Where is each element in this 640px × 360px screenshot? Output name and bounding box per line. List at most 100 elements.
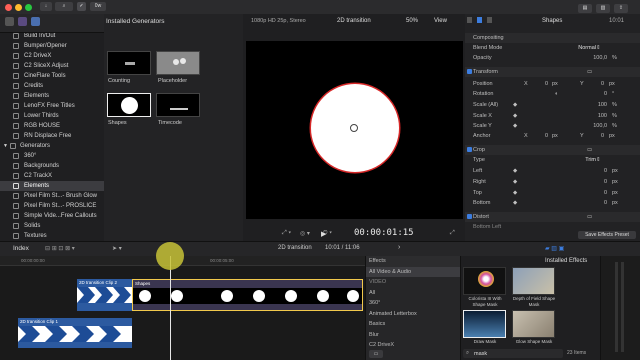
timeline-clip[interactable]: 2D transition Clip 2 bbox=[77, 279, 132, 311]
checkbox-icon[interactable] bbox=[467, 69, 472, 74]
generator-thumb-shapes[interactable] bbox=[107, 93, 151, 117]
panels-icon[interactable]: ▥ bbox=[596, 4, 610, 13]
section-compositing[interactable]: Compositing bbox=[465, 33, 640, 43]
row-rotation[interactable]: Rotation ◐ 0 ° bbox=[465, 89, 640, 99]
filter-inspector-icon[interactable] bbox=[477, 17, 482, 23]
generator-thumb-timecode[interactable] bbox=[156, 93, 200, 117]
transform-tool-icon[interactable]: ⤢ ▾ bbox=[282, 230, 291, 237]
sidebar-item[interactable]: Pixel Film St...- Brush Glow bbox=[0, 191, 104, 201]
zoom-window-icon[interactable] bbox=[25, 4, 32, 11]
sidebar-item[interactable]: Elements bbox=[0, 91, 104, 101]
import-icon[interactable]: ↓ bbox=[40, 2, 52, 11]
row-crop-bottom[interactable]: Bottom ◆ 0 px bbox=[465, 198, 640, 208]
transform-center-handle-icon[interactable] bbox=[350, 124, 358, 132]
info-inspector-icon[interactable] bbox=[487, 17, 492, 23]
photos-audio-icon[interactable] bbox=[18, 17, 27, 26]
slider-handle-icon[interactable]: ◆ bbox=[513, 177, 517, 187]
edit-buttons-icon[interactable]: ⊟ ⊞ ⊡ ⊠ ▾ bbox=[45, 245, 75, 252]
checkbox-icon[interactable] bbox=[467, 147, 472, 152]
playhead[interactable] bbox=[170, 256, 171, 360]
effects-category-item[interactable]: Animated Letterbox bbox=[366, 309, 461, 320]
effect-thumb-selected[interactable] bbox=[463, 310, 506, 338]
slider-handle-icon[interactable]: ◆ bbox=[513, 166, 517, 176]
row-scale-x[interactable]: Scale X ◆ 100% bbox=[465, 111, 640, 121]
disclosure-triangle-icon[interactable]: ▼ bbox=[3, 141, 8, 151]
zoom-menu[interactable]: 50% bbox=[406, 18, 418, 24]
sidebar-item[interactable]: 360° bbox=[0, 151, 104, 161]
slider-handle-icon[interactable]: ◆ bbox=[513, 121, 517, 131]
libraries-icon[interactable] bbox=[5, 17, 14, 26]
layout-icon[interactable]: ▤ bbox=[578, 4, 592, 13]
sidebar-item[interactable]: C2 DriveX bbox=[0, 51, 104, 61]
row-crop-type[interactable]: Type Trim ⇕ bbox=[465, 155, 640, 165]
row-scale-y[interactable]: Scale Y ◆ 100,0% bbox=[465, 121, 640, 131]
slider-handle-icon[interactable]: ◆ bbox=[513, 100, 517, 110]
close-window-icon[interactable] bbox=[5, 4, 12, 11]
transform-overlay-icon[interactable]: ▭ bbox=[587, 67, 592, 77]
play-button-icon[interactable]: ▶ bbox=[321, 230, 326, 238]
section-distort[interactable]: Distort ▭ bbox=[465, 212, 640, 222]
slider-handle-icon[interactable]: ◆ bbox=[513, 198, 517, 208]
titles-generators-icon[interactable] bbox=[31, 17, 40, 26]
effects-search-field[interactable]: ⌕ mask bbox=[463, 349, 563, 358]
view-menu[interactable]: View bbox=[434, 18, 447, 24]
keyword-icon[interactable]: ⌕ bbox=[55, 2, 73, 11]
index-button[interactable]: Index bbox=[13, 245, 29, 252]
section-crop[interactable]: Crop ▭ bbox=[465, 145, 640, 155]
row-crop-left[interactable]: Left ◆ 0 px bbox=[465, 166, 640, 176]
row-crop-top[interactable]: Top ◆ 0 px bbox=[465, 188, 640, 198]
sidebar-item[interactable]: LenoFX Free Titles bbox=[0, 101, 104, 111]
sidebar-item[interactable]: Backgrounds bbox=[0, 161, 104, 171]
sidebar-item[interactable]: Build In/Out bbox=[0, 33, 104, 41]
row-scale-all[interactable]: Scale (All) ◆ 100% bbox=[465, 100, 640, 110]
row-opacity[interactable]: Opacity 100,0% bbox=[465, 53, 640, 63]
sidebar-item[interactable]: Solids bbox=[0, 221, 104, 231]
sidebar-item[interactable]: Pixel Film St...- PROSLICE bbox=[0, 201, 104, 211]
timeline-clip[interactable]: 2D transition Clip 1 bbox=[18, 318, 132, 348]
generator-thumb-placeholder[interactable] bbox=[156, 51, 200, 75]
sidebar-item-selected[interactable]: Elements bbox=[0, 181, 104, 191]
crop-overlay-icon[interactable]: ▭ bbox=[587, 145, 592, 155]
effect-thumb[interactable] bbox=[512, 267, 555, 295]
row-crop-right[interactable]: Right ◆ 0 px bbox=[465, 177, 640, 187]
timeline[interactable]: 00:00:00:00 00:00:05:00 2D transition Cl… bbox=[0, 242, 365, 360]
sidebar-item[interactable]: Simple Vide...Free Callouts bbox=[0, 211, 104, 221]
section-transform[interactable]: Transform ▭ bbox=[465, 67, 640, 77]
slider-handle-icon[interactable]: ◆ bbox=[513, 188, 517, 198]
sidebar-item[interactable]: Credits bbox=[0, 81, 104, 91]
sidebar-item[interactable]: Lower Thirds bbox=[0, 111, 104, 121]
sidebar-item[interactable]: C2 TrackX bbox=[0, 171, 104, 181]
row-position[interactable]: Position X 0 px Y 0 px bbox=[465, 79, 640, 89]
sidebar-item[interactable]: C2 SliceX Adjust bbox=[0, 61, 104, 71]
select-tool-icon[interactable]: ➤ ▾ bbox=[112, 245, 122, 252]
sidebar-item[interactable]: RN Displace Free bbox=[0, 131, 104, 141]
effects-browser-icon[interactable]: ▰ ▥ ▣ bbox=[545, 245, 564, 252]
slider-handle-icon[interactable]: ◆ bbox=[513, 111, 517, 121]
sidebar-toggle-icon[interactable]: ▭ bbox=[369, 350, 383, 358]
distort-overlay-icon[interactable]: ▭ bbox=[587, 212, 592, 222]
effects-category-item[interactable]: Basics bbox=[366, 319, 461, 330]
video-inspector-icon[interactable] bbox=[467, 17, 472, 23]
viewer-canvas[interactable] bbox=[246, 41, 463, 219]
effects-category-item[interactable]: Blur bbox=[366, 330, 461, 341]
effects-category-item[interactable]: 360° bbox=[366, 298, 461, 309]
chevron-right-icon[interactable]: › bbox=[398, 244, 400, 251]
effects-category-item[interactable]: All Video & Audio bbox=[366, 266, 461, 277]
row-anchor[interactable]: Anchor X 0 px Y 0 px bbox=[465, 131, 640, 141]
effects-category-item[interactable]: All bbox=[366, 288, 461, 299]
share-icon[interactable]: ⇪ bbox=[614, 4, 628, 13]
library-dropdown[interactable]: 0w bbox=[90, 2, 106, 11]
sidebar-item[interactable]: RGB HOUSE bbox=[0, 121, 104, 131]
sidebar-group-generators[interactable]: ▼ Generators bbox=[0, 141, 104, 151]
color-tool-icon[interactable]: ◎ ▾ bbox=[300, 230, 310, 237]
save-effects-preset-button[interactable]: Save Effects Preset bbox=[578, 231, 636, 239]
shapes-clip[interactable]: Shapes bbox=[132, 279, 363, 311]
effect-thumb[interactable] bbox=[463, 267, 506, 295]
rotation-dial-icon[interactable]: ◐ bbox=[555, 89, 558, 99]
generator-thumb-counting[interactable] bbox=[107, 51, 151, 75]
checkbox-icon[interactable] bbox=[467, 214, 472, 219]
effects-category-item[interactable]: C2 DriveX bbox=[366, 340, 461, 351]
row-blend-mode[interactable]: Blend Mode Normal ⇕ bbox=[465, 43, 640, 53]
background-tasks-icon[interactable]: ✓ bbox=[77, 2, 86, 11]
minimize-window-icon[interactable] bbox=[15, 4, 22, 11]
